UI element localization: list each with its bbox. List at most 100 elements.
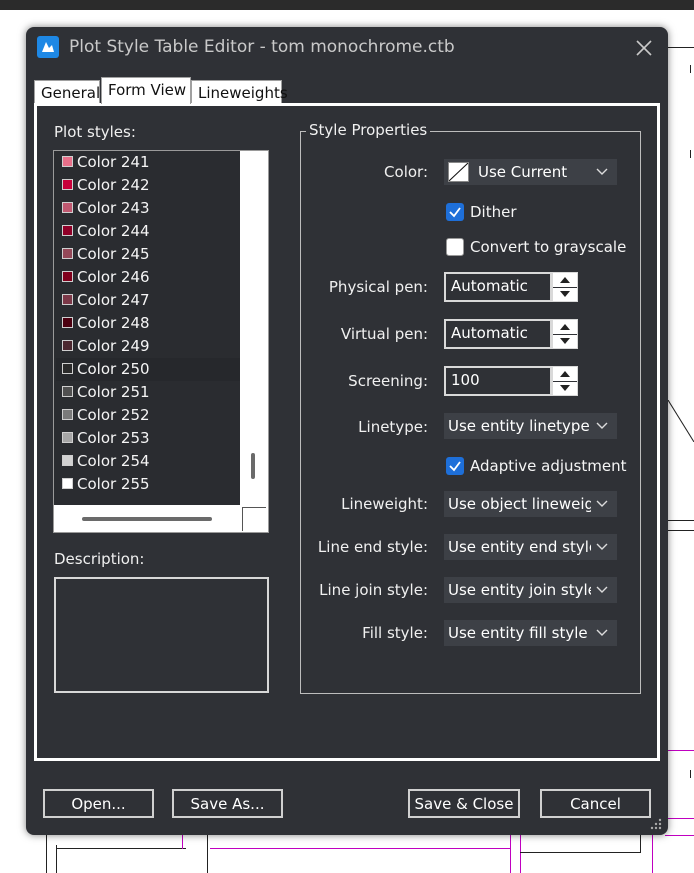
cancel-button[interactable]: Cancel bbox=[540, 789, 651, 818]
save-as-button[interactable]: Save As... bbox=[172, 789, 283, 818]
linetype-dropdown[interactable]: Use entity linetype bbox=[444, 413, 617, 439]
chevron-down-icon bbox=[596, 422, 608, 429]
resize-grip-icon[interactable] bbox=[649, 817, 663, 831]
close-icon bbox=[636, 40, 652, 56]
list-item[interactable]: Color 255 bbox=[56, 473, 241, 496]
color-swatch bbox=[62, 202, 73, 213]
line-end-style-dropdown[interactable]: Use entity end style bbox=[444, 534, 617, 560]
plot-styles-label: Plot styles: bbox=[54, 123, 136, 141]
list-item[interactable]: Color 253 bbox=[56, 427, 241, 450]
list-item[interactable]: Color 243 bbox=[56, 197, 241, 220]
list-item[interactable]: Color 241 bbox=[56, 151, 241, 174]
list-item[interactable]: Color 254 bbox=[56, 450, 241, 473]
cad-line-magenta bbox=[210, 848, 510, 849]
cad-line bbox=[640, 835, 641, 853]
vertical-scrollbar[interactable] bbox=[240, 151, 268, 505]
cad-line bbox=[668, 530, 694, 531]
color-label: Color: bbox=[384, 163, 428, 181]
checkmark-icon bbox=[449, 461, 461, 472]
screening-label: Screening: bbox=[348, 372, 428, 390]
color-swatch bbox=[62, 386, 73, 397]
color-swatch bbox=[62, 455, 73, 466]
triangle-down-icon bbox=[560, 291, 570, 297]
color-swatch bbox=[62, 340, 73, 351]
virtual-pen-label: Virtual pen: bbox=[340, 325, 428, 343]
cad-line-magenta bbox=[510, 835, 511, 873]
color-swatch bbox=[62, 478, 73, 489]
color-swatch bbox=[62, 409, 73, 420]
spin-down-button[interactable] bbox=[553, 334, 577, 348]
plot-style-table-editor-dialog: Plot Style Table Editor - tom monochrome… bbox=[26, 27, 668, 835]
vertical-scroll-thumb[interactable] bbox=[251, 453, 255, 479]
color-swatch bbox=[62, 294, 73, 305]
physical-pen-stepper[interactable] bbox=[552, 272, 578, 302]
save-and-close-button[interactable]: Save & Close bbox=[408, 789, 520, 818]
tab-form-view[interactable]: Form View bbox=[101, 77, 191, 104]
plot-styles-list[interactable]: Color 241 Color 242 Color 243 Color 244 … bbox=[53, 150, 269, 533]
list-item[interactable]: Color 242 bbox=[56, 174, 241, 197]
color-swatch bbox=[62, 225, 73, 236]
horizontal-scrollbar[interactable] bbox=[54, 505, 240, 532]
cad-line-magenta bbox=[182, 835, 183, 849]
color-swatch bbox=[62, 179, 73, 190]
list-item[interactable]: Color 246 bbox=[56, 266, 241, 289]
physical-pen-input[interactable]: Automatic bbox=[444, 272, 552, 302]
triangle-up-icon bbox=[560, 324, 570, 330]
adaptive-adjustment-checkbox[interactable] bbox=[446, 457, 464, 475]
list-item[interactable]: Color 244 bbox=[56, 220, 241, 243]
horizontal-scroll-thumb[interactable] bbox=[82, 517, 212, 521]
window-title: Plot Style Table Editor - tom monochrome… bbox=[69, 37, 455, 57]
checkmark-icon bbox=[449, 207, 461, 218]
linetype-label: Linetype: bbox=[358, 418, 428, 436]
cad-line bbox=[520, 852, 640, 853]
scrollbar-corner bbox=[240, 505, 268, 532]
convert-grayscale-label: Convert to grayscale bbox=[470, 238, 627, 256]
spin-up-button[interactable] bbox=[553, 273, 577, 288]
cad-line bbox=[690, 770, 691, 778]
screening-stepper[interactable] bbox=[552, 366, 578, 396]
spin-down-button[interactable] bbox=[553, 287, 577, 301]
lineweight-label: Lineweight: bbox=[341, 495, 428, 513]
app-logo-icon bbox=[37, 36, 59, 58]
cad-line bbox=[207, 835, 208, 873]
list-item-selected[interactable]: Color 250 bbox=[56, 358, 241, 381]
cad-line bbox=[56, 845, 57, 873]
cad-line bbox=[668, 47, 694, 48]
chevron-down-icon bbox=[596, 500, 608, 507]
triangle-down-icon bbox=[560, 385, 570, 391]
lineweight-dropdown[interactable]: Use object lineweight bbox=[444, 491, 617, 517]
open-button[interactable]: Open... bbox=[43, 789, 154, 818]
line-join-style-dropdown[interactable]: Use entity join style bbox=[444, 577, 617, 603]
fill-style-dropdown[interactable]: Use entity fill style bbox=[444, 620, 617, 646]
tab-lineweights[interactable]: Lineweights bbox=[191, 80, 288, 104]
spin-up-button[interactable] bbox=[553, 367, 577, 382]
convert-grayscale-checkbox[interactable] bbox=[446, 238, 464, 256]
cad-diagonal-line bbox=[668, 400, 694, 442]
cad-line-magenta bbox=[520, 835, 521, 873]
dither-label: Dither bbox=[470, 203, 517, 221]
color-swatch bbox=[62, 156, 73, 167]
tab-general[interactable]: General bbox=[34, 80, 100, 104]
virtual-pen-input[interactable]: Automatic bbox=[444, 319, 552, 349]
dither-checkbox[interactable] bbox=[446, 203, 464, 221]
list-item[interactable]: Color 251 bbox=[56, 381, 241, 404]
style-properties-title: Style Properties bbox=[306, 121, 431, 139]
description-textarea[interactable] bbox=[54, 577, 269, 693]
list-item[interactable]: Color 247 bbox=[56, 289, 241, 312]
list-item[interactable]: Color 252 bbox=[56, 404, 241, 427]
screening-input[interactable]: 100 bbox=[444, 366, 552, 396]
list-item[interactable]: Color 245 bbox=[56, 243, 241, 266]
line-join-style-label: Line join style: bbox=[319, 581, 428, 599]
spin-down-button[interactable] bbox=[553, 381, 577, 395]
color-dropdown[interactable]: Use Current bbox=[444, 159, 617, 185]
list-item[interactable]: Color 249 bbox=[56, 335, 241, 358]
close-button[interactable] bbox=[630, 35, 658, 61]
chevron-down-icon bbox=[596, 543, 608, 550]
cad-line bbox=[668, 520, 694, 521]
virtual-pen-stepper[interactable] bbox=[552, 319, 578, 349]
title-bar[interactable]: Plot Style Table Editor - tom monochrome… bbox=[26, 27, 668, 69]
cad-line bbox=[46, 835, 47, 873]
list-item[interactable]: Color 248 bbox=[56, 312, 241, 335]
line-end-style-label: Line end style: bbox=[317, 538, 428, 556]
spin-up-button[interactable] bbox=[553, 320, 577, 335]
